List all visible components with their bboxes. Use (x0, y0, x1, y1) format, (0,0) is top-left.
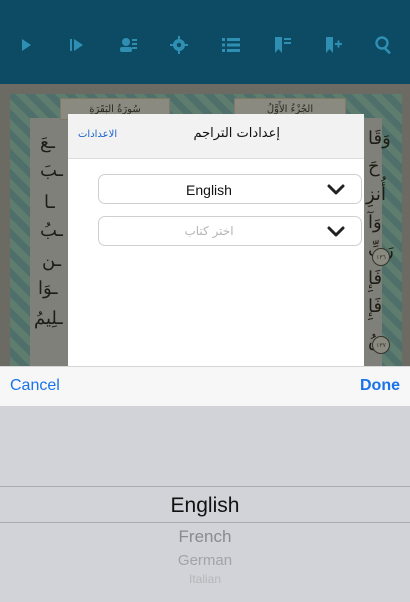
verse-fragment: ـلِيمُ (34, 308, 63, 329)
dialog-title: إعدادات التراجم (193, 126, 280, 141)
fast-forward-icon[interactable] (60, 28, 94, 62)
list-icon[interactable] (214, 28, 248, 62)
chevron-down-icon (327, 184, 345, 195)
verse-fragment: ـبَ (40, 160, 63, 181)
chevron-down-icon (327, 226, 345, 237)
done-button[interactable]: Done (360, 377, 400, 395)
gear-icon[interactable] (162, 28, 196, 62)
picker-option[interactable]: German (0, 552, 410, 569)
verse-fragment: ـن (42, 250, 61, 271)
verse-fragment: وَآ (368, 212, 382, 233)
cancel-button[interactable]: Cancel (10, 377, 60, 395)
ayah-number-marker: ١٣٦ (372, 248, 390, 266)
language-select-value: English (186, 182, 232, 198)
verse-fragment: ـوَا (38, 278, 58, 299)
bookmark-add-icon[interactable] (316, 28, 350, 62)
verse-fragment: ـبُ (40, 220, 63, 241)
picker-option-selected[interactable]: English (0, 494, 410, 518)
top-toolbar (0, 0, 410, 84)
translation-settings-dialog: الاعدادات إعدادات التراجم English اختر ك… (68, 114, 364, 380)
verse-fragment: ـا (44, 192, 55, 213)
picker-option[interactable]: Italian (0, 572, 410, 586)
book-select-placeholder: اختر كتاب (184, 224, 234, 238)
dialog-header: الاعدادات إعدادات التراجم (68, 114, 364, 159)
verse-fragment: أُنزِ (366, 184, 386, 205)
selection-indicator-bottom (0, 522, 410, 523)
picker-option[interactable]: French (0, 527, 410, 547)
verse-fragment: وَقَا (368, 128, 391, 149)
reciters-icon[interactable] (111, 28, 145, 62)
bookmark-list-icon[interactable] (265, 28, 299, 62)
settings-link[interactable]: الاعدادات (78, 129, 117, 140)
verse-fragment: ـعَ (40, 132, 55, 153)
verse-fragment: حَ (368, 156, 380, 177)
search-icon[interactable] (367, 28, 401, 62)
language-picker-wheel[interactable]: English French German Italian (0, 406, 410, 602)
picker-toolbar: Cancel Done (0, 366, 410, 407)
verse-fragment: فَإِ (368, 268, 383, 289)
ayah-number-marker: ١٣٧ (372, 336, 390, 354)
verse-fragment: فَإِ (368, 296, 383, 317)
language-select[interactable]: English (98, 174, 362, 204)
selection-indicator-top (0, 486, 410, 487)
book-select[interactable]: اختر كتاب (98, 216, 362, 246)
play-icon[interactable] (9, 28, 43, 62)
